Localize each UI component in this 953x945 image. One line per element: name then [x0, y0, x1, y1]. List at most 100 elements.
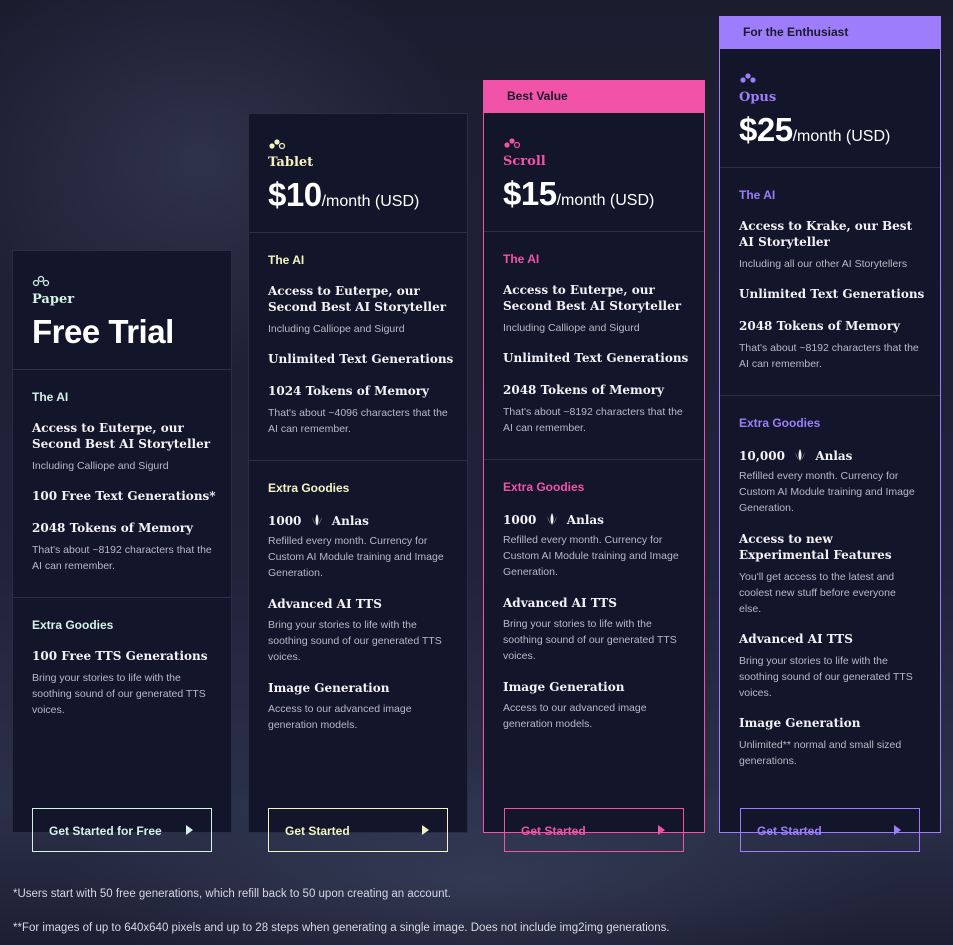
feature-description: Including all our other AI Storytellers [739, 258, 908, 270]
price-period: /month (USD) [556, 192, 655, 209]
get-started-free-button[interactable]: Get Started for Free [32, 808, 212, 852]
feature-description: That's about ~8192 characters that the A… [503, 406, 683, 434]
footnote-generations: *Users start with 50 free generations, w… [13, 888, 451, 900]
section-title-ai: The AI [268, 253, 305, 267]
feature-description: You'll get access to the latest and cool… [739, 571, 896, 615]
button-label: Get Started for Free [49, 824, 162, 838]
price-period: /month (USD) [792, 128, 891, 145]
feature-storyteller: Access to Krake, our Best AI Storyteller [739, 219, 913, 249]
feature-description: Bring your stories to life with the soot… [268, 619, 442, 663]
arrow-right-icon [422, 825, 429, 835]
feature-image-generation: Image Generation [739, 716, 861, 730]
plan-price: $25/month (USD) [739, 111, 890, 149]
feature-memory: 2048 Tokens of Memory [739, 319, 900, 333]
get-started-tablet-button[interactable]: Get Started [268, 808, 448, 852]
anlas-label: Anlas [566, 513, 604, 527]
feature-description: Including Calliope and Sigurd [268, 323, 405, 335]
tablet-tier-icon [269, 139, 286, 150]
enthusiast-ribbon: For the Enthusiast [719, 16, 941, 49]
feature-description: Bring your stories to life with the soot… [503, 618, 677, 662]
section-title-extras: Extra Goodies [32, 618, 114, 632]
ribbon-label: For the Enthusiast [743, 25, 849, 39]
button-label: Get Started [757, 824, 822, 838]
anlas-count: 1000 [503, 513, 537, 527]
anlas-count: 10,000 [739, 449, 785, 463]
plan-price: Free Trial [32, 313, 174, 350]
get-started-scroll-button[interactable]: Get Started [504, 808, 684, 852]
feature-description: Refilled every month. Currency for Custo… [268, 535, 444, 579]
get-started-opus-button[interactable]: Get Started [740, 808, 920, 852]
plan-card-opus: Opus $25/month (USD) The AI Access to Kr… [719, 49, 941, 833]
footnote-image-limits: **For images of up to 640x640 pixels and… [13, 922, 670, 934]
feature-description: Refilled every month. Currency for Custo… [503, 534, 679, 578]
section-divider [13, 369, 231, 370]
anlas-icon [311, 514, 322, 526]
section-divider [249, 460, 467, 461]
feature-description: Including Calliope and Sigurd [503, 322, 640, 334]
price-amount: $15 [503, 175, 557, 212]
anlas-count: 1000 [268, 514, 302, 528]
section-title-extras: Extra Goodies [268, 481, 350, 495]
feature-description: That's about ~8192 characters that the A… [32, 544, 212, 572]
plan-name: Tablet [268, 155, 314, 170]
feature-description: That's about ~4096 characters that the A… [268, 407, 448, 435]
anlas-icon [546, 513, 557, 525]
button-label: Get Started [285, 824, 350, 838]
feature-description: Refilled every month. Currency for Custo… [739, 470, 915, 514]
price-period: /month (USD) [321, 193, 420, 210]
plan-card-scroll: Scroll $15/month (USD) The AI Access to … [483, 113, 705, 833]
feature-tts: Advanced AI TTS [503, 596, 617, 610]
plan-price: $10/month (USD) [268, 176, 419, 214]
feature-image-generation: Image Generation [268, 681, 390, 695]
feature-description: Access to our advanced image generation … [268, 703, 412, 731]
anlas-label: Anlas [815, 449, 853, 463]
section-divider [13, 597, 231, 598]
feature-storyteller: Access to Euterpe, our Second Best AI St… [503, 283, 682, 313]
section-divider [484, 459, 704, 460]
section-divider [249, 232, 467, 233]
price-amount: $10 [268, 176, 322, 213]
feature-text-generations: Unlimited Text Generations [739, 287, 925, 301]
plan-price: $15/month (USD) [503, 175, 654, 213]
section-title-ai: The AI [503, 252, 540, 266]
section-divider [720, 167, 940, 168]
feature-memory: 2048 Tokens of Memory [32, 521, 193, 535]
feature-description: That's about ~8192 characters that the A… [739, 342, 919, 370]
ribbon-label: Best Value [507, 89, 568, 103]
section-divider [484, 231, 704, 232]
feature-tts: Advanced AI TTS [739, 632, 853, 646]
plan-name: Opus [739, 90, 777, 105]
feature-text-generations: 100 Free Text Generations* [32, 489, 216, 503]
feature-description: Unlimited** normal and small sized gener… [739, 739, 902, 767]
arrow-right-icon [186, 825, 193, 835]
best-value-ribbon: Best Value [483, 80, 705, 113]
feature-tts: 100 Free TTS Generations [32, 649, 208, 663]
price-amount: $25 [739, 111, 793, 148]
anlas-icon [795, 449, 806, 461]
feature-anlas: 10,000 Anlas [739, 448, 934, 464]
feature-description: Bring your stories to life with the soot… [32, 672, 206, 716]
feature-description: Access to our advanced image generation … [503, 702, 647, 730]
paper-tier-icon [32, 275, 50, 287]
section-title-extras: Extra Goodies [739, 416, 821, 430]
anlas-label: Anlas [331, 514, 369, 528]
plan-name: Scroll [503, 154, 546, 169]
feature-experimental: Access to new Experimental Features [739, 532, 892, 562]
feature-tts: Advanced AI TTS [268, 597, 382, 611]
arrow-right-icon [894, 825, 901, 835]
feature-text-generations: Unlimited Text Generations [503, 351, 689, 365]
feature-anlas: 1000 Anlas [268, 513, 463, 529]
arrow-right-icon [658, 825, 665, 835]
feature-text-generations: Unlimited Text Generations [268, 352, 454, 366]
opus-tier-icon [740, 73, 756, 83]
plan-name: Paper [32, 292, 75, 307]
section-divider [720, 395, 940, 396]
section-title-ai: The AI [739, 188, 776, 202]
feature-anlas: 1000 Anlas [503, 512, 698, 528]
feature-description: Including Calliope and Sigurd [32, 460, 169, 472]
feature-memory: 1024 Tokens of Memory [268, 384, 429, 398]
section-title-extras: Extra Goodies [503, 480, 585, 494]
section-title-ai: The AI [32, 390, 69, 404]
feature-image-generation: Image Generation [503, 680, 625, 694]
feature-storyteller: Access to Euterpe, our Second Best AI St… [32, 421, 211, 451]
